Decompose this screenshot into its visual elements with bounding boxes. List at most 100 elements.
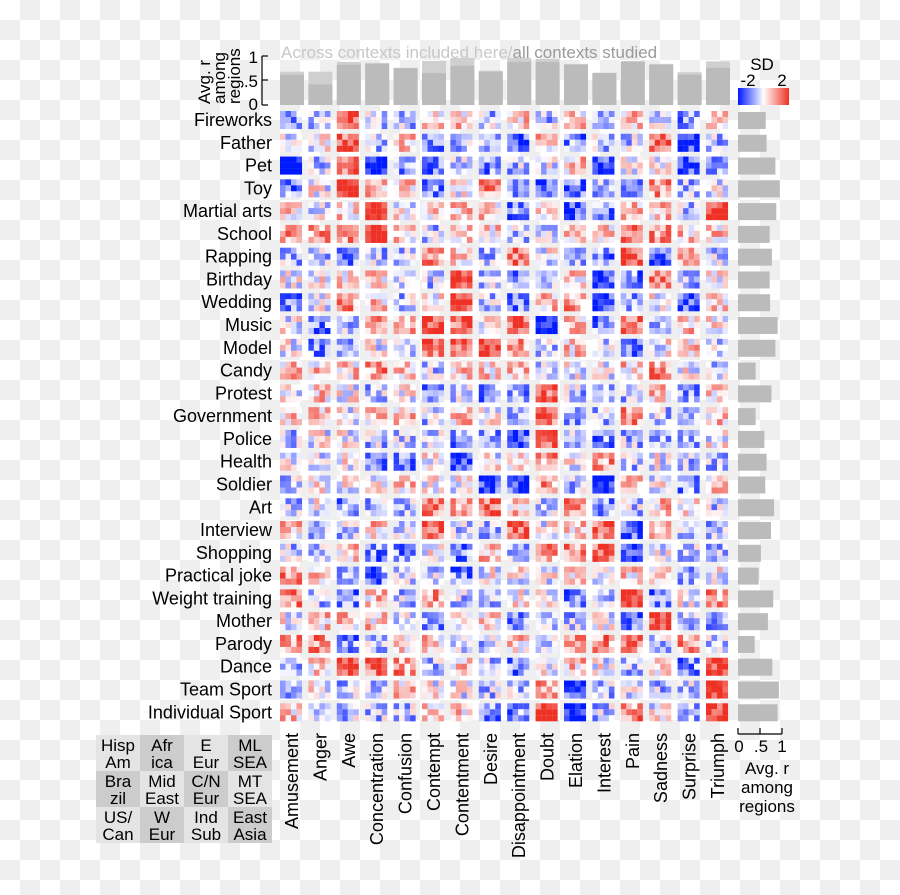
region-square [461,185,467,192]
region-square [552,259,558,266]
region-square [353,618,359,625]
region-square [280,123,286,130]
region-square [313,139,320,146]
region-square [546,407,553,414]
region-square [541,344,547,351]
region-square [649,361,655,368]
region-square [438,419,445,426]
heatmap-cell [507,111,530,130]
region-square [575,612,581,619]
region-square [569,156,576,163]
region-square [422,373,428,380]
region-square [660,504,666,511]
region-square [535,117,542,124]
region-square [399,350,405,357]
region-square [523,601,530,608]
region-square [376,435,382,442]
region-square [603,293,609,300]
region-square [688,549,695,556]
region-square [597,475,604,482]
region-square [489,572,496,579]
region-square [484,316,490,323]
region-square [631,543,638,550]
region-square [381,612,388,619]
region-square [365,224,371,231]
region-square [512,390,519,397]
heatmap-cell [422,634,445,653]
region-square [580,299,587,306]
region-square [688,361,695,368]
region-square [608,123,615,130]
region-square [308,527,314,534]
region-square [280,458,286,465]
region-square [603,618,609,625]
region-square [342,139,348,146]
region-square [433,282,439,289]
region-square [336,276,343,283]
region-square [541,498,547,505]
region-square [523,179,530,186]
heatmap-cell [308,316,331,335]
region-square [722,601,729,608]
region-square [711,458,718,465]
region-square [592,168,598,175]
region-square [552,549,558,556]
region-square [649,133,655,140]
region-square [461,566,467,573]
region-square [393,276,400,283]
region-square [688,191,695,198]
region-square [683,162,689,169]
region-square [365,236,371,243]
region-square [608,230,615,237]
region-square [535,299,542,306]
region-square [393,270,400,277]
region-square [280,634,286,641]
region-square [450,390,456,397]
region-square [285,270,292,277]
region-square [637,504,643,511]
region-square [455,123,462,130]
region-square [637,566,643,573]
region-square [336,111,343,118]
region-square [438,214,445,221]
region-square [620,253,627,260]
region-square [711,533,718,540]
region-square [336,293,343,300]
heatmap-cell [677,589,700,608]
region-square [717,601,723,608]
region-square [313,566,320,573]
region-square [518,521,524,528]
region-square [694,344,700,351]
region-square [376,458,382,465]
region-square [631,276,638,283]
region-square [603,475,609,482]
region-square [711,247,718,254]
region-square [711,328,718,335]
heatmap-cell [308,498,331,517]
region-square [694,624,700,631]
region-square [665,435,672,442]
region-square [438,543,445,550]
region-square [427,208,434,215]
region-square [688,578,695,585]
region-square [455,429,462,436]
heatmap-cell [422,612,445,631]
region-square [564,322,570,329]
region-square [518,646,524,653]
region-square [717,624,723,631]
region-square [535,293,542,300]
region-square [461,344,467,351]
region-square [592,156,598,163]
region-square [512,145,519,152]
region-square [564,504,570,511]
region-square [694,168,700,175]
region-square [324,521,331,528]
region-square [455,305,462,312]
region-square [319,527,325,534]
region-square [677,322,684,329]
heatmap-cell [478,407,501,426]
region-square [381,533,388,540]
region-square [512,578,519,585]
region-square [717,282,723,289]
region-square [280,481,286,488]
